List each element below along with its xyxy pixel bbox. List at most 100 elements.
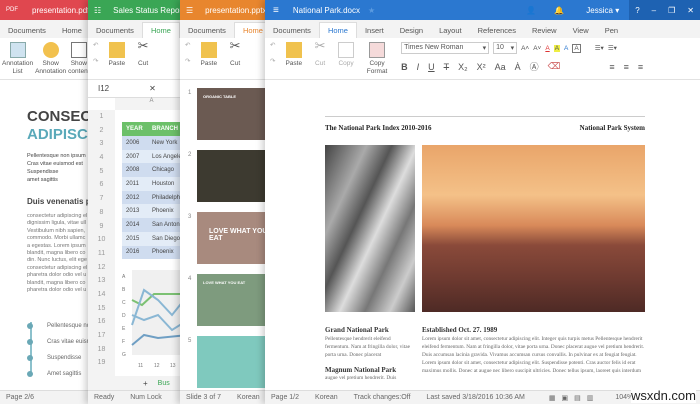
font-color-icon[interactable]: A — [545, 45, 549, 52]
row-number: 2 — [99, 126, 104, 134]
paste-button[interactable]: Paste — [200, 42, 217, 68]
highlight-icon[interactable]: A — [553, 44, 561, 52]
view-icons[interactable]: ▦▣▤▥ — [549, 394, 599, 402]
italic-icon[interactable]: I — [417, 62, 420, 72]
font-select[interactable]: Times New Roman ▾ — [401, 42, 490, 54]
col2-title: Established Oct. 27. 1989 — [422, 326, 498, 334]
slide-preview — [197, 150, 275, 202]
clear-format-icon[interactable]: ⌫ — [548, 61, 561, 72]
tab-documents[interactable]: Documents — [265, 23, 319, 38]
restore-icon[interactable]: ❐ — [668, 6, 675, 15]
chart-x-label: 12 — [154, 363, 160, 369]
shrink-font-icon[interactable]: A˅ — [533, 45, 541, 52]
track-changes-status[interactable]: Track changes:Off — [354, 394, 411, 401]
close-icon[interactable]: ✕ — [687, 6, 694, 15]
pptx-titlebar[interactable]: ☰ presentation.pptx — [180, 0, 275, 20]
document-page[interactable]: The National Park Index 2010-2016 Nation… — [265, 80, 700, 390]
case-icon[interactable]: Aa — [495, 62, 506, 72]
superscript-icon[interactable]: X² — [477, 62, 486, 72]
add-sheet-button[interactable]: + — [143, 379, 148, 388]
cut-button[interactable]: ✂ Cut — [135, 38, 151, 68]
menu-icon[interactable]: ≡ — [265, 5, 287, 16]
star-icon[interactable]: ★ — [368, 6, 375, 15]
minimize-icon[interactable]: – — [652, 6, 656, 15]
tab-home[interactable]: Home — [318, 22, 357, 38]
slide-thumbnail[interactable]: 3 LOVE WHAT YOU EAT — [180, 212, 275, 274]
show-annotation-button[interactable]: Show Annotation — [35, 42, 66, 76]
help-icon[interactable]: ? — [635, 6, 639, 15]
slide-status: Slide 3 of 7 — [186, 394, 222, 401]
word-titlebar[interactable]: ≡ National Park.docx ★ 👤 🔔 Jessica ▾ ? – ❐… — [265, 0, 700, 20]
col1-text-2: augue vel pretium hendrerit. Duis — [325, 375, 397, 381]
col1-title-2: Magnum National Park — [325, 366, 397, 374]
share-icon[interactable]: 👤 — [526, 6, 536, 15]
tab-pen[interactable]: Pen — [597, 23, 626, 38]
align-center-icon[interactable]: ≡ — [624, 62, 629, 72]
bold-icon[interactable]: B — [401, 62, 408, 72]
tab-layout[interactable]: Layout — [431, 23, 470, 38]
char-border-icon[interactable]: A — [572, 43, 581, 53]
pdf-titlebar[interactable]: PDF presentation.pdf — [0, 0, 100, 20]
font-color-2-icon[interactable]: Ȧ — [515, 62, 521, 72]
sheet-titlebar[interactable]: ☷ Sales Status Report — [88, 0, 188, 20]
copy-button[interactable]: Copy — [338, 42, 355, 68]
slide-thumbnail[interactable]: 2 — [180, 150, 275, 212]
bullets-icon[interactable]: ☰▾ — [595, 44, 604, 52]
tab-home[interactable]: Home — [54, 23, 90, 38]
underline-icon[interactable]: U — [428, 62, 435, 72]
paste-button[interactable]: Paste — [108, 42, 125, 68]
annotation-list-icon — [9, 42, 26, 58]
undo-button[interactable]: ↶ ↷ — [185, 42, 190, 66]
strikethrough-icon[interactable]: T — [444, 62, 450, 72]
paste-icon — [108, 42, 125, 58]
undo-button[interactable]: ↶ ↷ — [270, 42, 275, 66]
align-left-icon[interactable]: ≡ — [609, 62, 614, 72]
tab-review[interactable]: Review — [524, 23, 565, 38]
align-right-icon[interactable]: ≡ — [638, 62, 643, 72]
table-row: 2011 Houston — [122, 177, 188, 191]
text-effect-icon[interactable]: A — [564, 45, 568, 52]
subscript-icon[interactable]: X₂ — [458, 62, 468, 72]
tab-references[interactable]: References — [470, 23, 524, 38]
paste-button[interactable]: Paste — [285, 42, 302, 68]
copy-format-button[interactable]: Copy Format — [364, 42, 390, 76]
numbering-icon[interactable]: ☰▾ — [608, 44, 617, 52]
show-content-button[interactable]: Show content — [68, 42, 90, 76]
canyon-image — [325, 145, 415, 312]
outline-icon[interactable]: Ⓐ — [530, 60, 539, 73]
bell-icon[interactable]: 🔔 — [554, 6, 564, 15]
year-cell: 2016 — [126, 249, 140, 256]
tab-documents[interactable]: Documents — [0, 23, 54, 38]
pdf-window: PDF presentation.pdf Documents Home Annot… — [0, 0, 100, 404]
paste-icon — [200, 42, 217, 58]
pptx-title: presentation.pptx — [205, 5, 267, 15]
annotation-list-button[interactable]: Annotation List — [2, 42, 33, 76]
cut-button[interactable]: ✂ Cut — [227, 39, 243, 68]
undo-button[interactable]: ↶ ↷ — [93, 42, 98, 66]
bullet-dot-icon — [27, 339, 33, 345]
user-menu[interactable]: Jessica ▾ — [586, 6, 619, 15]
tab-view[interactable]: View — [565, 23, 597, 38]
pdf-line: dignissim ligula, vitae ull — [27, 220, 86, 227]
tab-insert[interactable]: Insert — [357, 23, 392, 38]
name-box[interactable]: I12 ✕ — [88, 80, 188, 98]
tab-design[interactable]: Design — [392, 23, 431, 38]
cut-button[interactable]: ✂ Cut — [312, 39, 328, 68]
pdf-line: pharetra dolor odio vel u — [27, 287, 87, 294]
slide-thumbnail[interactable]: 4 LOVE WHAT YOU EAT — [180, 274, 275, 336]
column-header[interactable]: A — [115, 98, 188, 110]
slide-thumbnail[interactable]: 1 ORGANIC TABLE — [180, 88, 275, 150]
tab-documents[interactable]: Documents — [88, 23, 142, 38]
year-cell: 2007 — [126, 153, 140, 160]
grow-font-icon[interactable]: A˄ — [521, 45, 529, 52]
bullet-dot-icon — [27, 323, 33, 329]
tab-documents[interactable]: Documents — [180, 23, 234, 38]
scissors-icon: ✂ — [137, 38, 149, 53]
slide-thumbnail[interactable]: 5 — [180, 336, 275, 398]
sheet-tab[interactable]: Bus — [158, 380, 170, 387]
pdf-paragraph-2: consectetur adipiscing el dignissim ligul… — [27, 213, 87, 294]
row-number: 8 — [99, 208, 104, 216]
font-size-select[interactable]: 10 ▾ — [493, 42, 518, 54]
tab-home[interactable]: Home — [141, 22, 180, 38]
bullet-text: Amet sagittis — [47, 371, 82, 377]
